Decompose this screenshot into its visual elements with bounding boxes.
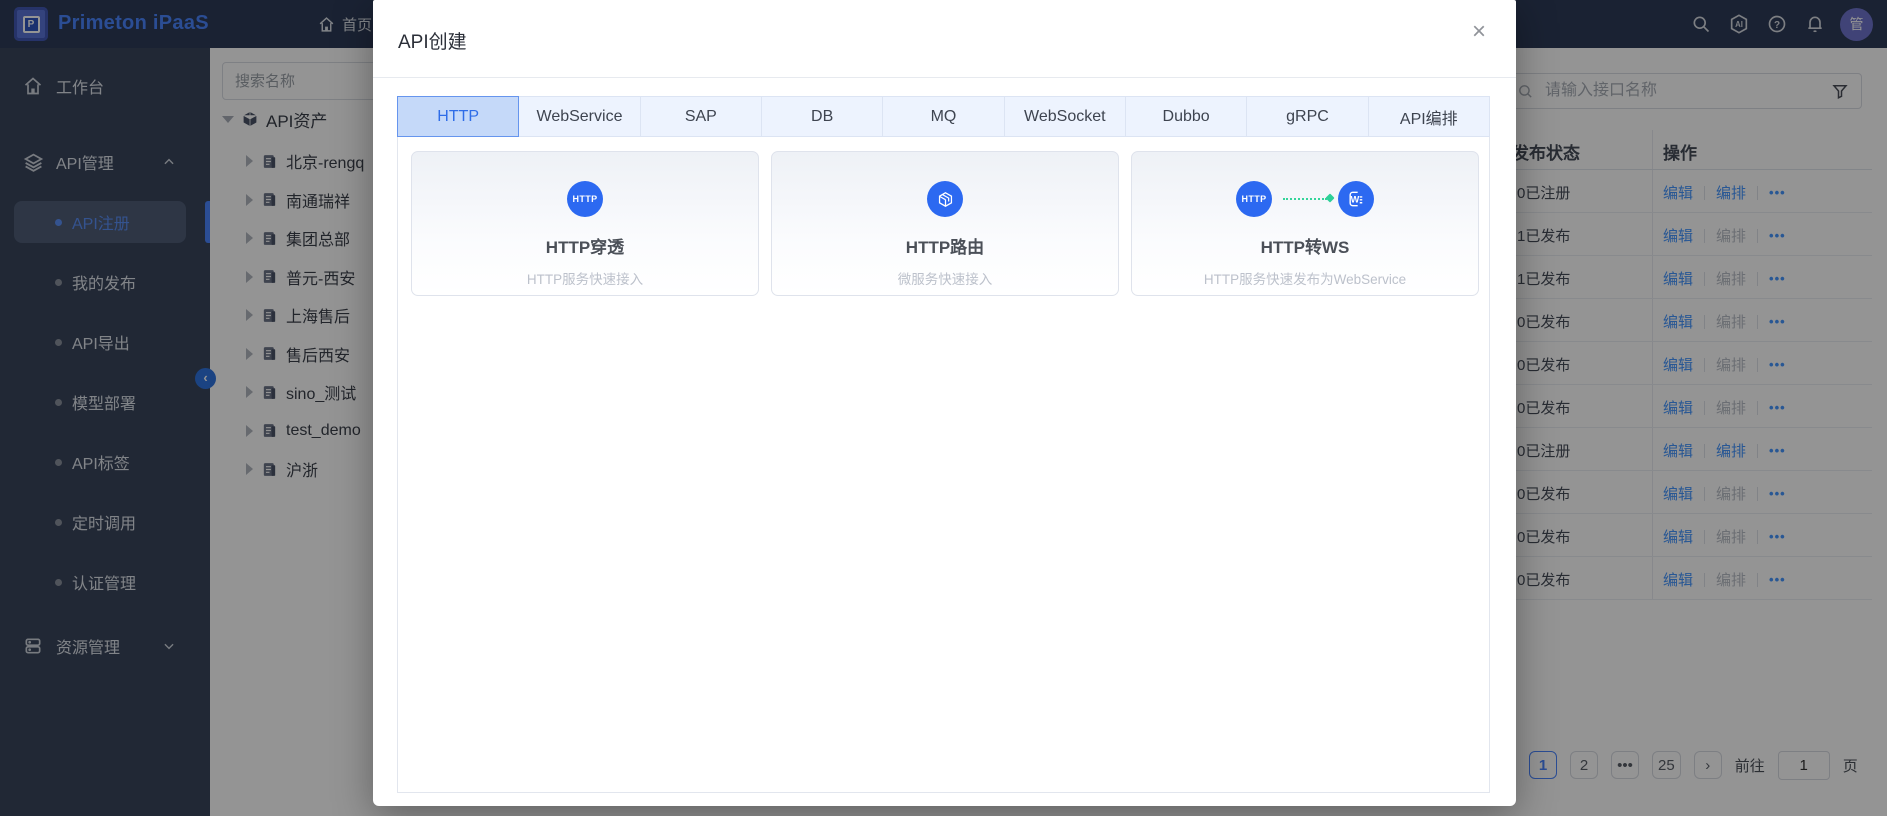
svg-text:W: W xyxy=(1351,194,1360,204)
card-subtitle: HTTP服务快速接入 xyxy=(412,268,758,288)
protocol-tab[interactable]: HTTP xyxy=(397,96,519,137)
card-http-passthrough[interactable]: HTTP HTTP穿透 HTTP服务快速接入 xyxy=(411,151,759,296)
modal-content-box: HTTP HTTP穿透 HTTP服务快速接入 HTTP路由 微服务快速接入 HT… xyxy=(397,137,1490,793)
protocol-tab[interactable]: DB xyxy=(762,96,883,137)
card-icon-row: HTTP W xyxy=(1132,152,1478,224)
protocol-tab[interactable]: WebService xyxy=(519,96,640,137)
card-subtitle: HTTP服务快速发布为WebService xyxy=(1132,268,1478,288)
protocol-tab[interactable]: WebSocket xyxy=(1005,96,1126,137)
dotted-arrow-icon xyxy=(1283,198,1327,200)
card-title: HTTP转WS xyxy=(1132,233,1478,258)
protocol-tabs: HTTP WebService SAP DB MQ WebSocket Dubb… xyxy=(397,96,1490,137)
card-subtitle: 微服务快速接入 xyxy=(772,268,1118,288)
card-http-to-ws[interactable]: HTTP W HTTP转WS HTTP服务快速发布为WebService xyxy=(1131,151,1479,296)
cube-badge-icon xyxy=(927,181,963,217)
card-icon-row: HTTP xyxy=(412,152,758,224)
app-root: P Primeton iPaaS 首页 AI ? 管 xyxy=(0,0,1887,816)
protocol-tab[interactable]: Dubbo xyxy=(1126,96,1247,137)
card-http-route[interactable]: HTTP路由 微服务快速接入 xyxy=(771,151,1119,296)
modal-header-divider xyxy=(373,77,1516,78)
webservice-badge-icon: W xyxy=(1338,181,1374,217)
http-badge-icon: HTTP xyxy=(567,181,603,217)
protocol-tab[interactable]: MQ xyxy=(883,96,1004,137)
close-icon[interactable]: × xyxy=(1472,20,1486,44)
modal-title: API创建 xyxy=(398,27,467,54)
card-icon-row xyxy=(772,152,1118,224)
protocol-tab[interactable]: API编排 xyxy=(1369,96,1490,137)
http-badge-icon: HTTP xyxy=(1236,181,1272,217)
card-title: HTTP路由 xyxy=(772,233,1118,258)
protocol-tab[interactable]: SAP xyxy=(641,96,762,137)
protocol-tab[interactable]: gRPC xyxy=(1247,96,1368,137)
card-title: HTTP穿透 xyxy=(412,233,758,258)
api-create-modal: API创建 × HTTP WebService SAP DB MQ WebSoc… xyxy=(373,0,1516,806)
